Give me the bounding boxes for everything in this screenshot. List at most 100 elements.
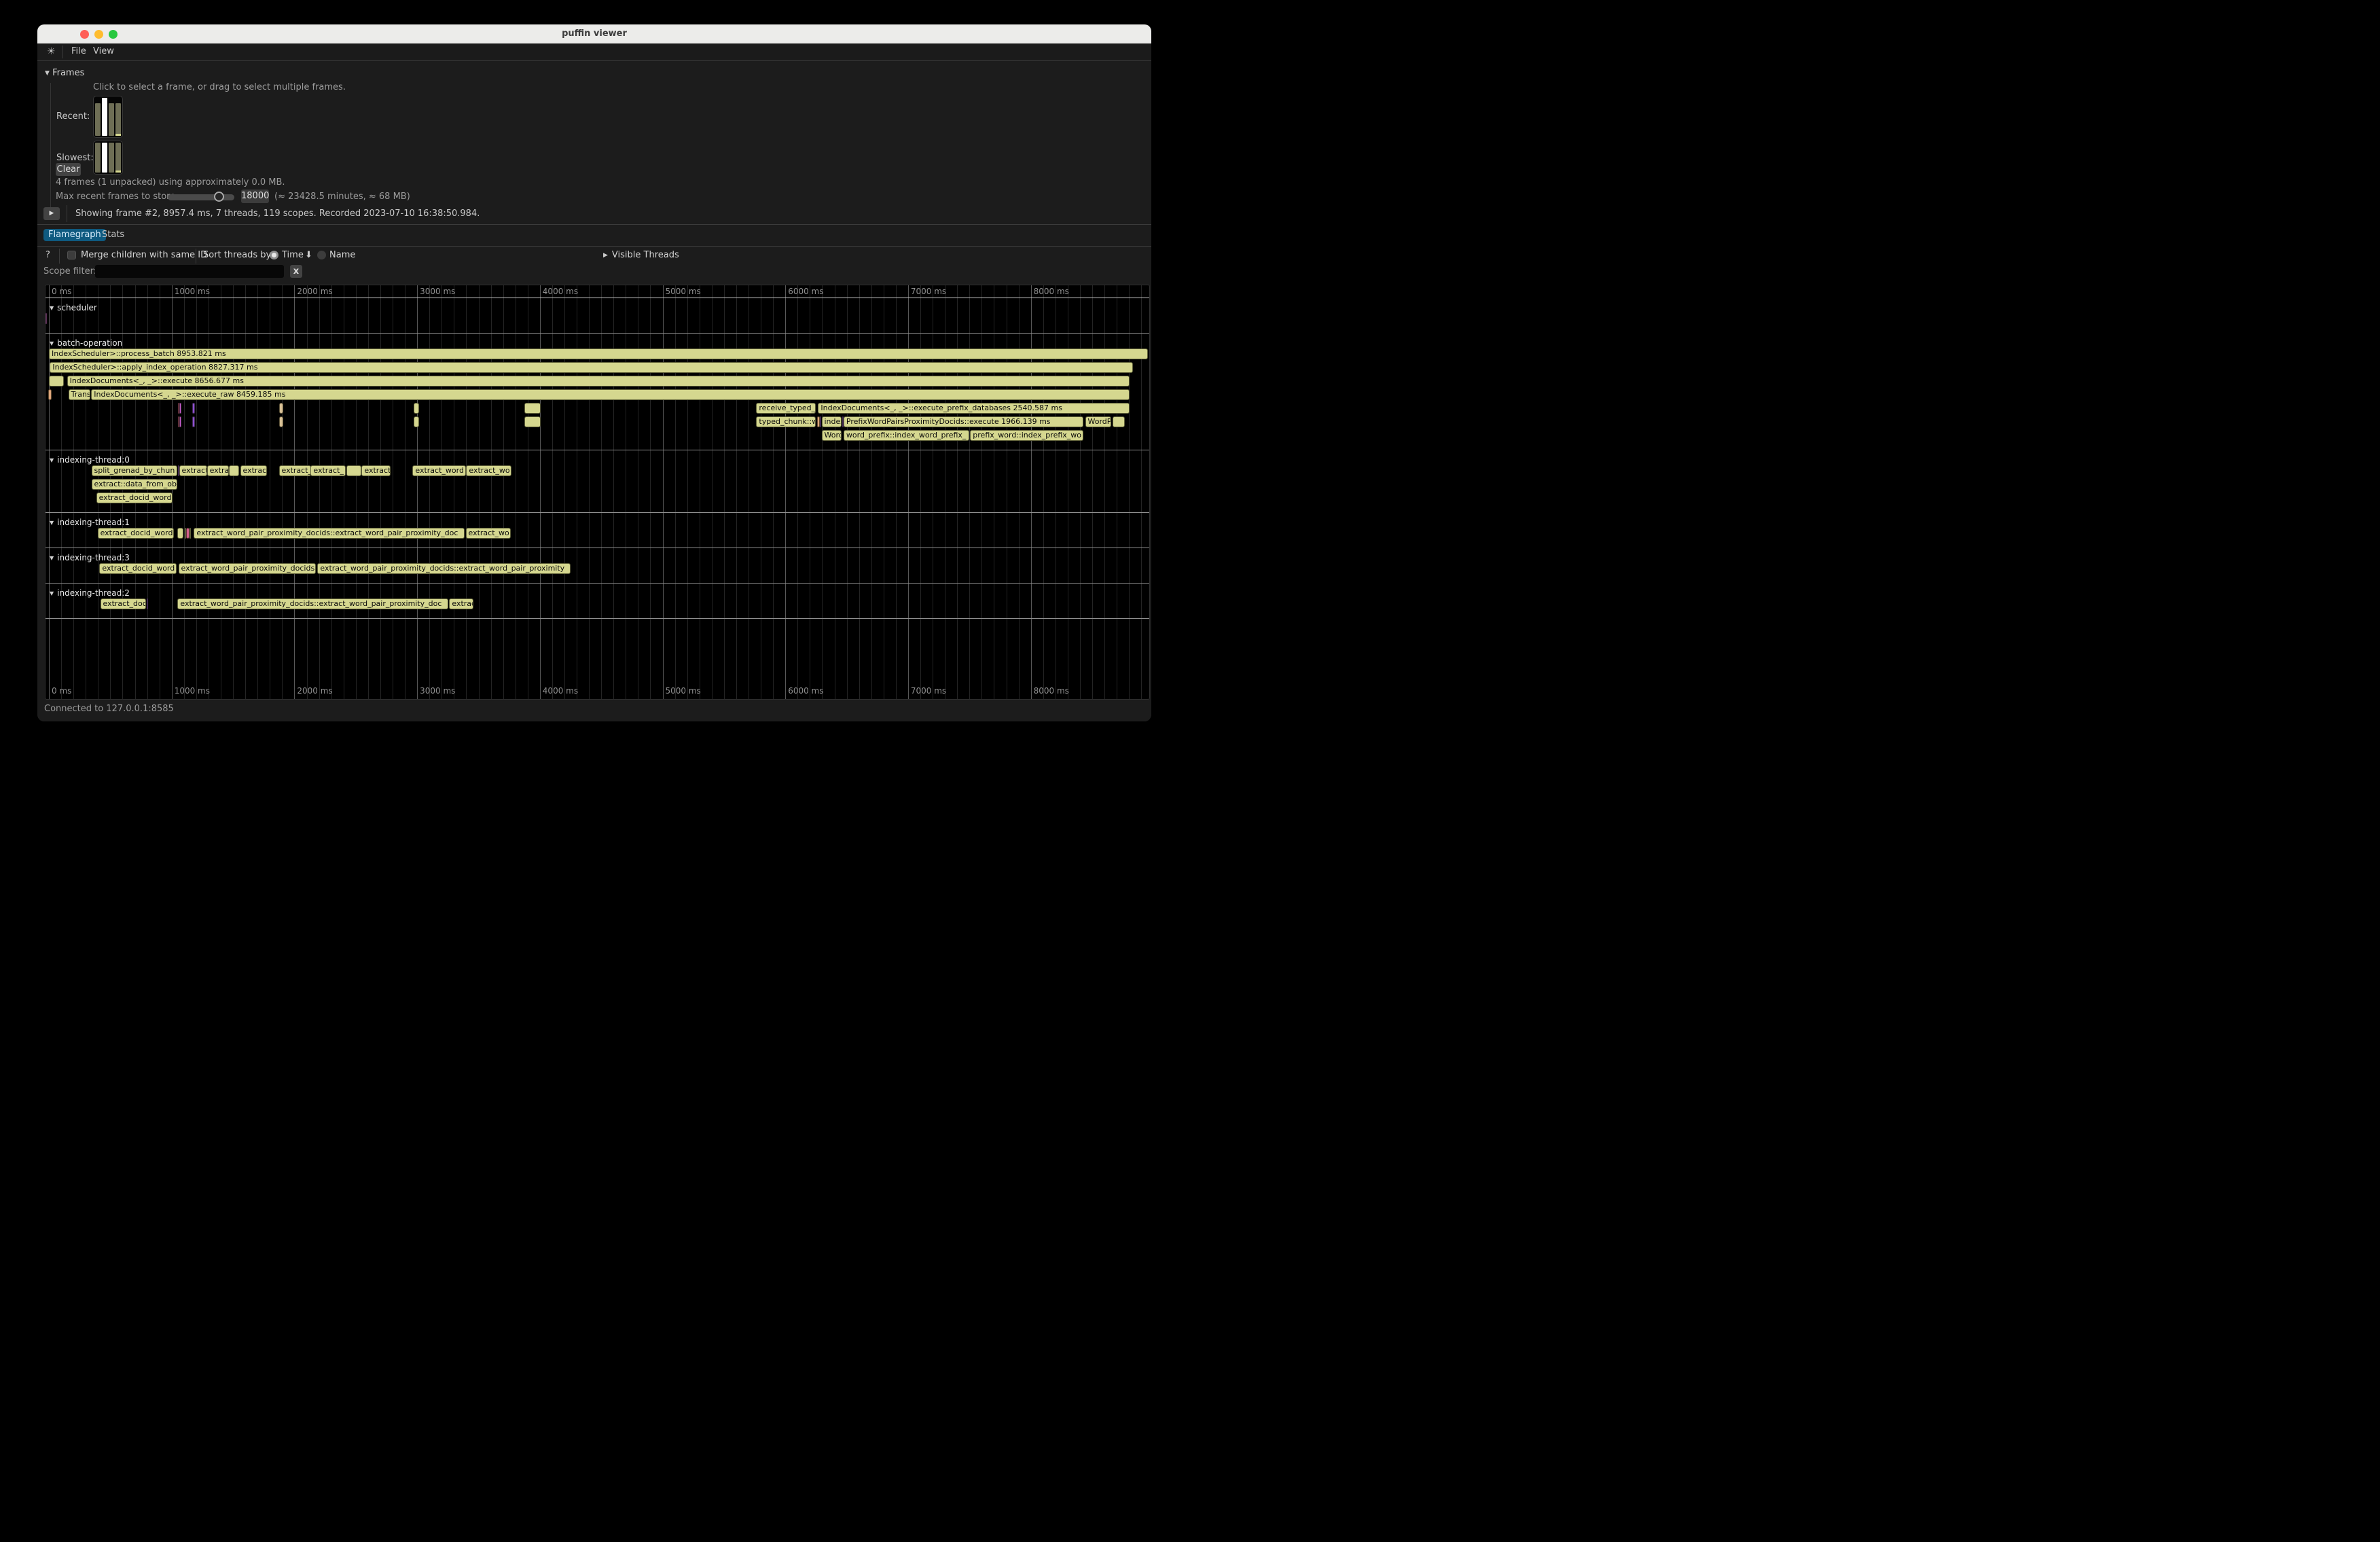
scope-bar[interactable]: extract_ xyxy=(310,465,346,476)
scope-bar[interactable] xyxy=(229,465,239,476)
tab-stats[interactable]: Stats xyxy=(97,229,129,241)
frame-bar-selected[interactable] xyxy=(102,98,107,136)
scope-filter-input[interactable] xyxy=(95,265,284,278)
scope-bar[interactable]: IndexDocuments<_, _>::execute 8656.677 m… xyxy=(67,376,1130,387)
axis-tick-label: 4000 ms xyxy=(543,686,578,696)
scope-bar[interactable]: Word xyxy=(822,430,842,441)
max-frames-value[interactable]: 18000 xyxy=(241,190,269,203)
scope-bar[interactable]: extract_word_pair_proximity_docids xyxy=(179,563,317,574)
scope-bar[interactable] xyxy=(414,403,420,414)
scope-bar[interactable] xyxy=(279,403,283,414)
scope-bar[interactable]: extract_wo xyxy=(466,465,511,476)
scope-bar[interactable]: extra xyxy=(207,465,229,476)
scope-bar[interactable] xyxy=(524,416,541,427)
thread-name: indexing-thread:3 xyxy=(57,553,130,562)
frame-bar[interactable] xyxy=(95,103,101,136)
scope-bar[interactable]: WordPr xyxy=(1085,416,1111,427)
thread-header[interactable]: ▼indexing-thread:3 xyxy=(46,552,1149,563)
axis-tick-label: 2000 ms xyxy=(297,287,332,296)
scope-bar[interactable] xyxy=(179,416,181,427)
scope-bar[interactable]: extract::data_from_ob xyxy=(92,479,178,490)
sort-time-radio[interactable] xyxy=(270,251,278,259)
scope-bar[interactable] xyxy=(279,416,283,427)
scope-bar[interactable]: split_grenad_by_chun xyxy=(92,465,178,476)
scope-bar[interactable]: extract_docid_word xyxy=(98,528,175,539)
scope-bar[interactable]: extract xyxy=(361,465,391,476)
scope-bar[interactable]: word_prefix::index_word_prefix_ xyxy=(844,430,970,441)
scope-bar[interactable]: extract_doc xyxy=(101,598,146,609)
axis-tick-label: 8000 ms xyxy=(1034,686,1069,696)
thread-header[interactable]: ▼batch-operation xyxy=(46,338,1149,348)
scope-bar[interactable]: extract_ xyxy=(279,465,311,476)
max-frames-slider[interactable] xyxy=(168,194,234,200)
scope-bar[interactable]: extract_word_pair_proximity_docids::extr… xyxy=(194,528,465,539)
frame-thumbnail-slowest[interactable] xyxy=(93,141,123,175)
scope-bar[interactable] xyxy=(1113,416,1125,427)
scope-bar[interactable]: extract_docid_word xyxy=(99,563,177,574)
scope-bar[interactable]: extract xyxy=(179,465,207,476)
scope-bar[interactable]: extrac xyxy=(449,598,473,609)
clear-button[interactable]: Clear xyxy=(56,163,81,176)
separator xyxy=(59,249,60,264)
scope-bar[interactable] xyxy=(46,313,47,324)
collapse-triangle-icon: ▼ xyxy=(50,457,54,463)
scope-bar[interactable]: index xyxy=(822,416,842,427)
menu-item-file[interactable]: File xyxy=(71,46,86,56)
thread-header[interactable]: ▼indexing-thread:1 xyxy=(46,517,1149,528)
scope-bar[interactable] xyxy=(147,598,148,609)
thread-header[interactable]: ▼indexing-thread:0 xyxy=(46,454,1149,465)
slowest-label: Slowest: xyxy=(56,153,94,163)
scope-bar[interactable]: typed_chunk::w xyxy=(756,416,816,427)
scope-bar[interactable] xyxy=(192,403,195,414)
frame-thumbnail-recent[interactable] xyxy=(93,96,123,138)
scope-bar[interactable]: extract_docid_word xyxy=(96,492,173,503)
visible-threads-header[interactable]: ▶Visible Threads xyxy=(603,250,679,260)
scope-bar[interactable]: IndexDocuments<_, _>::execute_raw 8459.1… xyxy=(91,389,1130,400)
slider-knob[interactable] xyxy=(214,192,224,202)
thread-header[interactable]: ▼indexing-thread:2 xyxy=(46,588,1149,598)
scope-bar[interactable] xyxy=(192,416,195,427)
scope-bar[interactable]: Trans xyxy=(69,389,91,400)
merge-children-checkbox[interactable] xyxy=(67,251,76,259)
scope-bar[interactable]: IndexDocuments<_, _>::execute_prefix_dat… xyxy=(818,403,1130,414)
axis-tick-label: 6000 ms xyxy=(788,686,823,696)
scope-bar[interactable] xyxy=(49,376,64,387)
play-button[interactable]: ▶ xyxy=(43,207,60,220)
scope-bar[interactable] xyxy=(414,416,420,427)
scope-bar[interactable]: prefix_word::index_prefix_wo xyxy=(970,430,1083,441)
frame-bar[interactable] xyxy=(109,103,114,136)
frame-bar-selected[interactable] xyxy=(102,143,107,173)
scope-bar[interactable]: PrefixWordPairsProximityDocids::execute … xyxy=(844,416,1084,427)
scope-bar[interactable]: IndexScheduler>::process_batch 8953.821 … xyxy=(49,348,1148,359)
scope-bar[interactable] xyxy=(817,416,820,427)
frame-bar[interactable] xyxy=(109,143,114,173)
frame-bar[interactable] xyxy=(115,143,121,173)
scope-bar[interactable]: extract_word_pair_proximity_docids::extr… xyxy=(177,598,448,609)
scope-bar[interactable]: extract_word xyxy=(412,465,466,476)
scope-bar[interactable] xyxy=(820,416,821,427)
flamegraph-canvas[interactable]: 0 ms1000 ms2000 ms3000 ms4000 ms5000 ms6… xyxy=(45,285,1150,700)
scope-bar[interactable] xyxy=(190,528,191,539)
thread-header[interactable]: ▼scheduler xyxy=(46,302,1149,313)
sort-name-radio[interactable] xyxy=(317,251,326,259)
scope-bar[interactable]: extract_word_pair_proximity_docids::extr… xyxy=(317,563,571,574)
scope-bar[interactable] xyxy=(524,403,541,414)
tab-flamegraph[interactable]: Flamegraph xyxy=(43,229,106,241)
scope-bar[interactable]: extract_wo xyxy=(466,528,511,539)
axis-tick-label: 5000 ms xyxy=(666,287,701,296)
frames-section-header[interactable]: ▼ Frames xyxy=(45,68,84,78)
frame-bar[interactable] xyxy=(115,103,121,136)
scope-bar[interactable]: IndexScheduler>::apply_index_operation 8… xyxy=(50,362,1133,373)
scope-bar[interactable]: extrac xyxy=(240,465,267,476)
sort-direction-arrow-icon[interactable]: ⬇ xyxy=(305,250,312,260)
theme-toggle-icon[interactable]: ☀ xyxy=(47,46,56,57)
help-button[interactable]: ? xyxy=(46,250,50,260)
menu-item-view[interactable]: View xyxy=(93,46,114,56)
scope-bar[interactable] xyxy=(48,389,52,400)
frame-bar[interactable] xyxy=(95,143,101,173)
scope-bar[interactable]: receive_typed_ xyxy=(756,403,816,414)
clear-filter-button[interactable]: x xyxy=(290,265,302,278)
scope-bar[interactable] xyxy=(346,465,361,476)
scope-bar[interactable] xyxy=(177,528,184,539)
scope-bar[interactable] xyxy=(179,403,181,414)
